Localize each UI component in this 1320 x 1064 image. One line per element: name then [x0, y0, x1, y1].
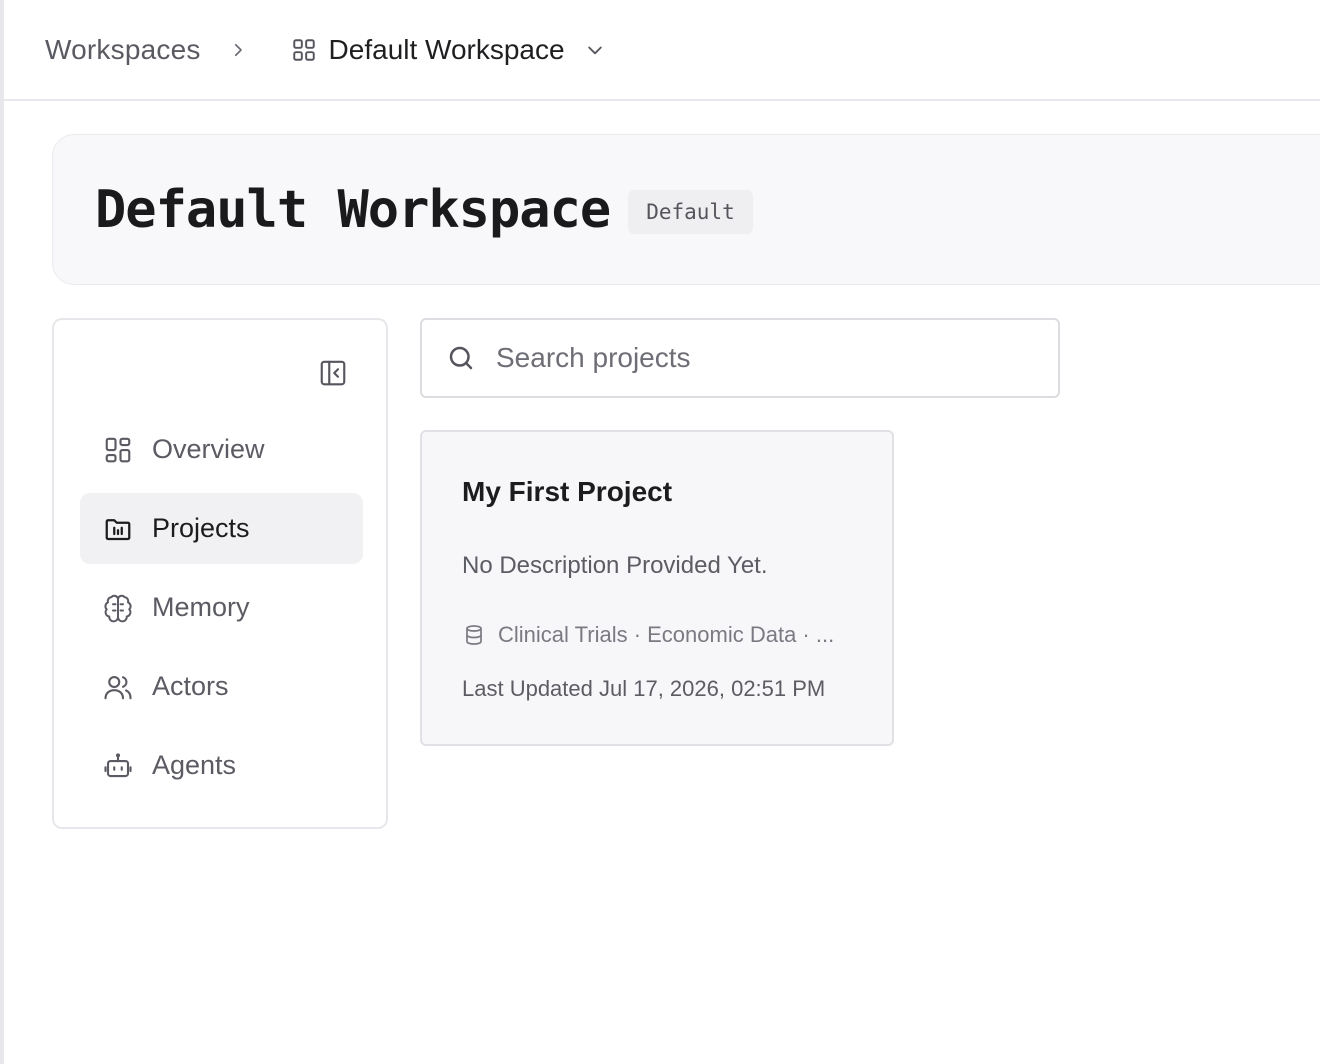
- search-box: [420, 318, 1060, 398]
- sidebar-item-overview[interactable]: Overview: [80, 414, 363, 485]
- breadcrumb-workspaces-link[interactable]: Workspaces: [45, 34, 201, 66]
- workspace-sidebar: Overview Projects Memory Actors Agents: [52, 318, 388, 829]
- breadcrumb: Workspaces Default Workspace: [4, 0, 1320, 101]
- users-icon: [102, 671, 134, 703]
- chevron-right-icon: [229, 41, 247, 59]
- panel-collapse-icon: [320, 360, 346, 386]
- sidebar-item-agents[interactable]: Agents: [80, 730, 363, 801]
- sidebar-item-projects[interactable]: Projects: [80, 493, 363, 564]
- project-updated: Last Updated Jul 17, 2026, 02:51 PM: [462, 676, 826, 701]
- search-input[interactable]: [496, 342, 1036, 374]
- sidebar-item-memory[interactable]: Memory: [80, 572, 363, 643]
- project-sources: Clinical Trials · Economic Data · ...: [462, 622, 852, 648]
- workspace-switcher-label: Default Workspace: [328, 33, 565, 65]
- database-icon: [462, 623, 486, 647]
- sidebar-item-label: Memory: [152, 592, 250, 622]
- sidebar-item-label: Agents: [152, 750, 237, 780]
- search-icon: [446, 343, 476, 373]
- project-sources-label: Clinical Trials · Economic Data · ...: [498, 622, 835, 647]
- sidebar-item-actors[interactable]: Actors: [80, 651, 363, 722]
- project-title: My First Project: [462, 476, 673, 507]
- grid-icon: [102, 434, 134, 466]
- sidebar-nav: Overview Projects Memory Actors Agents: [80, 414, 363, 809]
- default-badge: Default: [628, 189, 753, 234]
- project-card[interactable]: My First Project No Description Provided…: [420, 430, 894, 746]
- sidebar-item-label: Projects: [152, 513, 250, 543]
- robot-icon: [102, 750, 134, 782]
- chevron-down-icon: [585, 40, 605, 60]
- page-title: Default Workspace: [95, 179, 611, 240]
- app-root: Workspaces Default Workspace Default Wor…: [0, 0, 1320, 1064]
- sidebar-item-label: Overview: [152, 434, 265, 464]
- brain-icon: [102, 592, 134, 624]
- sidebar-item-label: Actors: [152, 671, 229, 701]
- workspace-switcher[interactable]: Default Workspace: [291, 34, 605, 66]
- workspace-header: Default Workspace Default: [52, 134, 1320, 285]
- collapse-sidebar-button[interactable]: [318, 358, 348, 388]
- folder-icon: [102, 513, 134, 545]
- project-description: No Description Provided Yet.: [462, 552, 768, 579]
- grid-icon: [291, 37, 317, 63]
